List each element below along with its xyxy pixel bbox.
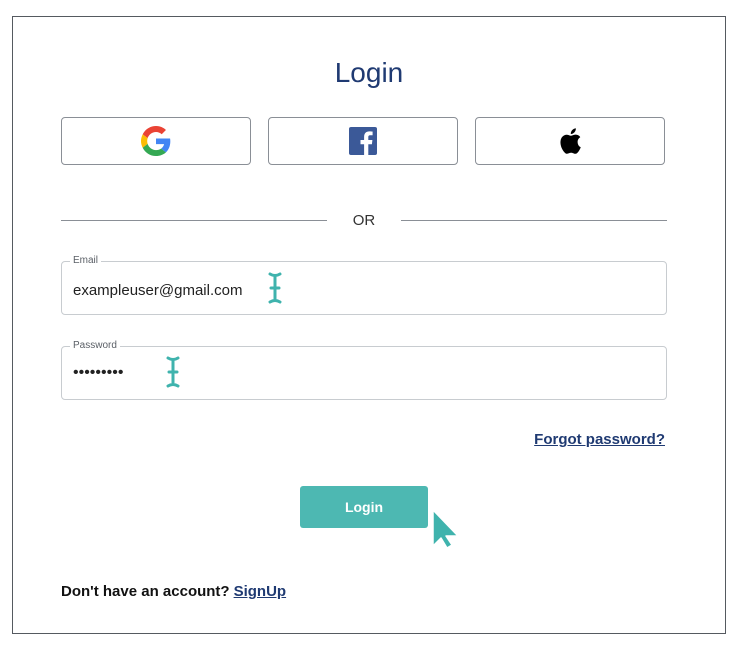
password-field[interactable]: Password ••••••••• — [61, 340, 667, 400]
facebook-icon — [349, 127, 377, 155]
email-field[interactable]: Email exampleuser@gmail.com — [61, 255, 667, 315]
divider-line-right — [401, 220, 667, 221]
password-value[interactable]: ••••••••• — [73, 364, 123, 382]
social-login-row — [61, 117, 667, 167]
apple-login-button[interactable] — [475, 117, 665, 165]
google-icon — [141, 126, 171, 156]
or-divider: OR — [61, 212, 667, 229]
signup-prompt: Don't have an account? — [61, 583, 230, 600]
signup-row: Don't have an account? SignUp — [61, 583, 286, 600]
forgot-password-link[interactable]: Forgot password? — [534, 431, 665, 448]
mouse-pointer-icon — [432, 509, 459, 549]
signup-link[interactable]: SignUp — [234, 583, 287, 600]
email-label: Email — [70, 255, 102, 266]
login-button[interactable]: Login — [300, 486, 428, 528]
login-card: Login OR Email exampleuser@gmail.com Pas… — [12, 16, 726, 634]
text-cursor-icon — [166, 356, 180, 388]
text-cursor-icon — [268, 272, 282, 304]
google-login-button[interactable] — [61, 117, 251, 165]
apple-icon — [560, 128, 581, 154]
email-value[interactable]: exampleuser@gmail.com — [73, 282, 242, 299]
page-title: Login — [334, 57, 404, 88]
password-label: Password — [70, 340, 120, 351]
facebook-login-button[interactable] — [268, 117, 458, 165]
